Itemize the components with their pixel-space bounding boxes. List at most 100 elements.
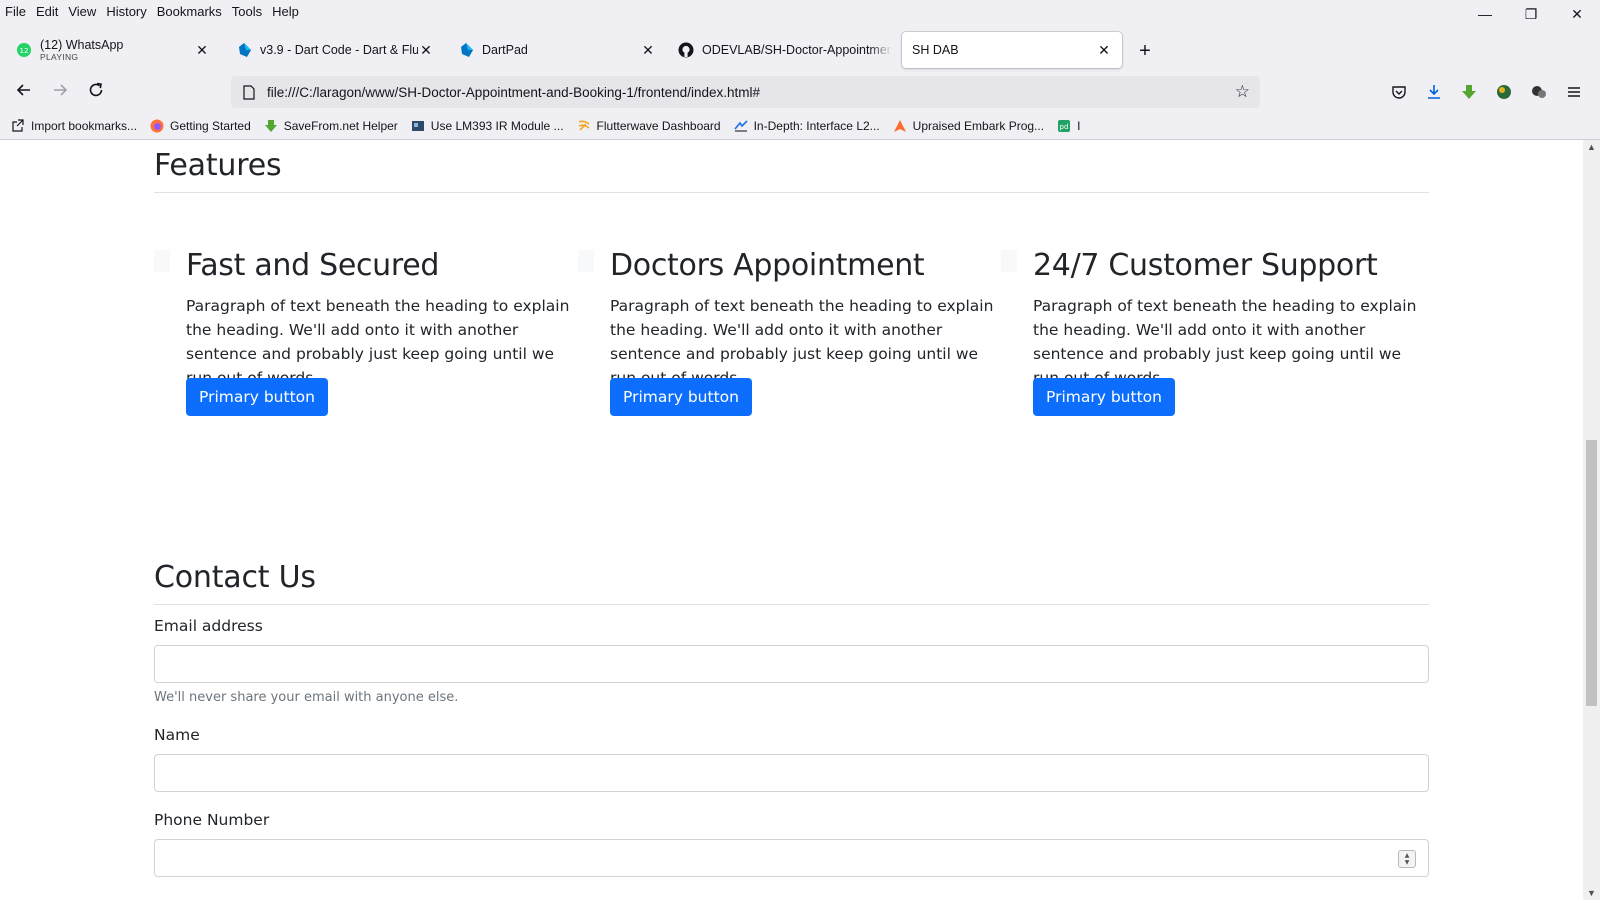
features-divider — [154, 192, 1429, 193]
bookmark-label: Import bookmarks... — [31, 119, 138, 133]
forward-arrow-icon — [52, 82, 68, 103]
email-field[interactable] — [154, 645, 1429, 683]
phone-number-field[interactable]: ▲ ▼ — [154, 839, 1429, 877]
menu-help[interactable]: Help — [272, 4, 299, 19]
bookmark-label: Getting Started — [170, 119, 251, 133]
savefrom-extension-icon[interactable] — [1459, 82, 1479, 102]
scroll-up-arrow-icon[interactable]: ▲ — [1583, 140, 1600, 154]
primary-button[interactable]: Primary button — [1033, 378, 1175, 416]
bookmark-label: SaveFrom.net Helper — [283, 119, 398, 133]
reload-button[interactable] — [82, 80, 110, 104]
tab-title: (12) WhatsApp — [40, 38, 124, 52]
name-label: Name — [154, 726, 200, 744]
bookmark-star-icon[interactable]: ☆ — [1235, 83, 1250, 101]
bookmark-savefrom[interactable]: SaveFrom.net Helper — [263, 118, 398, 134]
tab-whatsapp[interactable]: 12 (12) WhatsApp PLAYING ✕ — [10, 32, 216, 68]
menu-file[interactable]: File — [5, 4, 26, 19]
page-viewport: Features Fast and Secured Paragraph of t… — [0, 140, 1583, 900]
close-tab-icon[interactable]: ✕ — [194, 42, 210, 58]
tab-audio-status: PLAYING — [40, 52, 79, 62]
site-icon — [733, 118, 749, 134]
phone-label: Phone Number — [154, 811, 270, 829]
tab-title: DartPad — [482, 43, 528, 57]
close-window-button[interactable]: ✕ — [1554, 0, 1600, 28]
firefox-icon — [149, 118, 165, 134]
browser-chrome: File Edit View History Bookmarks Tools H… — [0, 0, 1600, 140]
bookmark-interface-l2[interactable]: In-Depth: Interface L2... — [733, 118, 880, 134]
feature-text: Paragraph of text beneath the heading to… — [1033, 297, 1417, 387]
feature-icon — [1001, 250, 1017, 272]
name-field[interactable] — [154, 754, 1429, 792]
menu-history[interactable]: History — [106, 4, 146, 19]
dart-icon — [236, 42, 252, 58]
email-help-text: We'll never share your email with anyone… — [154, 690, 459, 705]
downloads-icon[interactable] — [1424, 82, 1444, 102]
bookmark-import[interactable]: Import bookmarks... — [10, 118, 137, 134]
bookmark-flutterwave[interactable]: Flutterwave Dashboard — [576, 118, 721, 134]
bookmarks-toolbar: Import bookmarks... Getting Started Save… — [0, 114, 1600, 138]
tab-sh-dab[interactable]: SH DAB ✕ — [902, 32, 1122, 68]
primary-button[interactable]: Primary button — [610, 378, 752, 416]
tab-strip: 12 (12) WhatsApp PLAYING ✕ v3.9 - Dart C… — [0, 30, 1600, 70]
scrollbar-thumb[interactable] — [1586, 440, 1597, 706]
new-tab-button[interactable]: + — [1134, 40, 1156, 62]
tab-title: ODEVLAB/SH-Doctor-Appointment — [702, 43, 892, 57]
menu-bar: File Edit View History Bookmarks Tools H… — [0, 0, 1600, 22]
menu-bookmarks[interactable]: Bookmarks — [157, 4, 222, 19]
menu-view[interactable]: View — [68, 4, 96, 19]
bookmark-getting-started[interactable]: Getting Started — [149, 118, 251, 134]
contact-divider — [154, 604, 1429, 605]
import-icon — [10, 118, 26, 134]
bookmark-label: In-Depth: Interface L2... — [753, 119, 880, 133]
number-spinner-icon[interactable]: ▲ ▼ — [1398, 850, 1416, 868]
extension-icon[interactable] — [1529, 82, 1549, 102]
feature-icon — [578, 250, 594, 272]
whatsapp-icon: 12 — [16, 42, 32, 58]
contact-heading: Contact Us — [154, 560, 316, 595]
minimize-button[interactable]: — — [1462, 0, 1508, 28]
menu-edit[interactable]: Edit — [36, 4, 58, 19]
page-scrollbar[interactable]: ▲ ▼ — [1583, 140, 1600, 900]
close-tab-icon[interactable]: ✕ — [640, 42, 656, 58]
extension-globe-icon[interactable] — [1494, 82, 1514, 102]
scroll-down-arrow-icon[interactable]: ▼ — [1583, 886, 1600, 900]
tab-dart-code[interactable]: v3.9 - Dart Code - Dart & Flutter ✕ — [230, 32, 440, 68]
bookmark-label: Use LM393 IR Module ... — [430, 119, 564, 133]
back-arrow-icon — [16, 82, 32, 103]
reload-icon — [88, 82, 104, 103]
primary-button[interactable]: Primary button — [186, 378, 328, 416]
tab-title: SH DAB — [912, 43, 959, 57]
navigation-bar: file:///C:/laragon/www/SH-Doctor-Appoint… — [0, 72, 1600, 112]
back-button[interactable] — [10, 80, 38, 104]
forward-button[interactable] — [46, 80, 74, 104]
bookmark-upraised[interactable]: Upraised Embark Prog... — [892, 118, 1044, 134]
github-icon — [678, 42, 694, 58]
bookmark-label: I — [1077, 119, 1081, 133]
feature-title: Doctors Appointment — [610, 248, 925, 283]
feature-icon — [154, 250, 170, 272]
feature-title: Fast and Secured — [186, 248, 440, 283]
address-bar[interactable]: file:///C:/laragon/www/SH-Doctor-Appoint… — [231, 76, 1260, 108]
tab-badge: 12 — [20, 47, 29, 55]
tab-github[interactable]: ODEVLAB/SH-Doctor-Appointment — [672, 32, 898, 68]
close-tab-icon[interactable]: ✕ — [1096, 42, 1112, 58]
url-text[interactable]: file:///C:/laragon/www/SH-Doctor-Appoint… — [267, 85, 760, 100]
hamburger-menu-icon[interactable] — [1564, 82, 1584, 102]
tab-dartpad[interactable]: DartPad ✕ — [452, 32, 662, 68]
pocket-icon[interactable] — [1389, 82, 1409, 102]
bookmark-label: Upraised Embark Prog... — [912, 119, 1045, 133]
svg-text:pd: pd — [1060, 123, 1069, 131]
bookmark-label: Flutterwave Dashboard — [596, 119, 721, 133]
menu-tools[interactable]: Tools — [232, 4, 262, 19]
site-icon: pd — [1056, 118, 1072, 134]
bookmark-other[interactable]: pd I — [1056, 118, 1080, 134]
feature-text: Paragraph of text beneath the heading to… — [186, 297, 570, 387]
window-controls: — ❐ ✕ — [1462, 0, 1600, 28]
close-tab-icon[interactable]: ✕ — [418, 42, 434, 58]
feature-title: 24/7 Customer Support — [1033, 248, 1378, 283]
dart-icon — [458, 42, 474, 58]
restore-button[interactable]: ❐ — [1508, 0, 1554, 28]
page-icon — [241, 84, 257, 100]
upraised-icon — [892, 118, 908, 134]
bookmark-lm393[interactable]: Use LM393 IR Module ... — [410, 118, 564, 134]
